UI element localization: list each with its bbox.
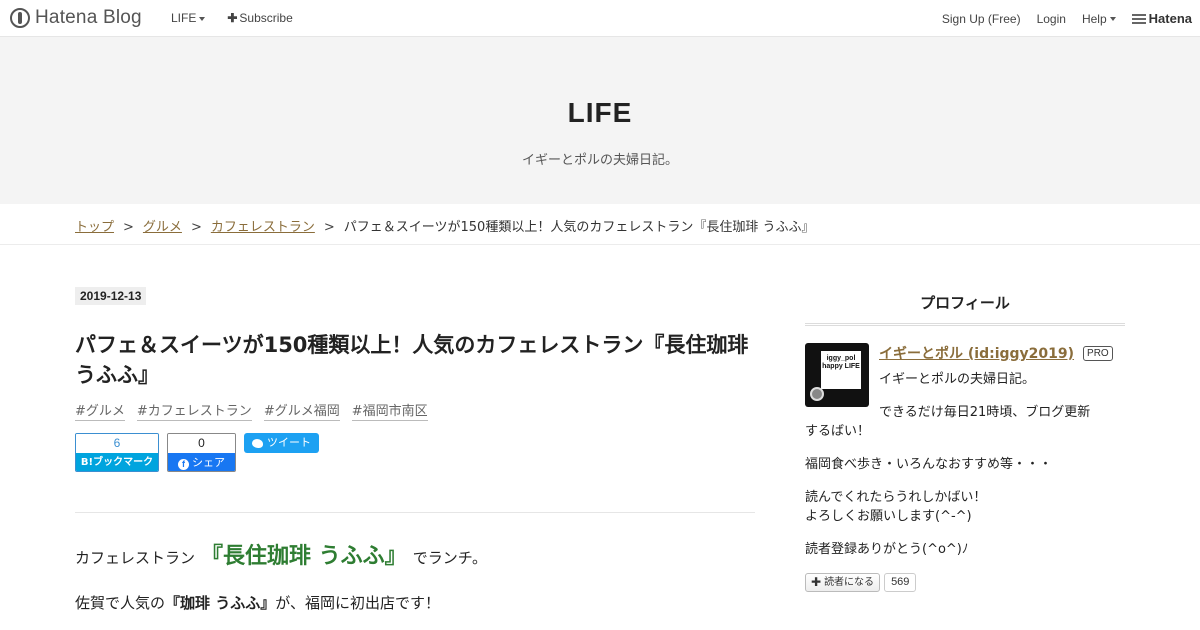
nav-left: LIFE ✚ Subscribe (171, 11, 293, 25)
help-dropdown[interactable]: Help (1082, 12, 1116, 26)
breadcrumb: トップ > グルメ > カフェレストラン > パフェ＆スイーツが150種類以上！人気のカフェ… (0, 204, 1200, 245)
global-header: Hatena Blog LIFE ✚ Subscribe Sign Up (Fre… (0, 0, 1200, 37)
reader-count: 569 (884, 573, 917, 592)
tweet-label: ツイート (267, 436, 311, 449)
subscribe-button[interactable]: ✚ Subscribe (227, 11, 292, 25)
breadcrumb-separator: > (123, 220, 134, 235)
breadcrumb-separator: > (190, 220, 202, 235)
facebook-icon: f (178, 459, 189, 470)
entry-date[interactable]: 2019-12-13 (75, 287, 147, 305)
share-buttons: 6 B!ブックマーク 0 f シェア ツイート (75, 433, 755, 472)
tag-link[interactable]: #カフェレストラン (136, 400, 252, 421)
sidebar-profile: プロフィール iggy_pol happy LIFE イギーとポル (id:ig… (805, 292, 1125, 592)
entry-paragraph: カフェレストラン 『長住珈琲 うふふ』 でランチ。 (75, 538, 755, 570)
profile-description: イギーとポルの夫婦日記。 (879, 372, 1036, 387)
profile-header: iggy_pol happy LIFE イギーとポル (id:iggy2019)… (805, 343, 1125, 407)
content-divider (75, 512, 755, 513)
hatena-brand-link[interactable]: Hatena (1131, 11, 1192, 26)
article: 2019-12-13 パフェ＆スイーツが150種類以上！人気のカフェレストラン『… (75, 285, 755, 613)
hatena-bookmark-count: 6 (76, 434, 158, 453)
reader-subscribe: ✚ 読者になる 569 (805, 573, 1125, 592)
entry-title[interactable]: パフェ＆スイーツが150種類以上！人気のカフェレストラン『長住珈琲 うふふ』 (75, 330, 755, 390)
breadcrumb-top[interactable]: トップ (75, 220, 114, 235)
blog-title[interactable]: LIFE (0, 97, 1200, 129)
profile-name-link[interactable]: イギーとポル (id:iggy2019) (879, 343, 1074, 363)
para2-bold: 『珈琲 うふふ』 (165, 594, 276, 612)
become-reader-button[interactable]: ✚ 読者になる (805, 573, 881, 592)
breadcrumb-current: パフェ＆スイーツが150種類以上！人気のカフェレストラン『長住珈琲 うふふ』 (343, 220, 815, 235)
para2-text-end: が、福岡に初出店です！ (275, 594, 440, 612)
avatar-badge-icon (810, 387, 824, 401)
help-label: Help (1081, 11, 1107, 26)
profile-line: 読者登録ありがとう(^o^)ﾉ (805, 542, 969, 557)
blog-header: LIFE イギーとポルの夫婦日記。 (0, 37, 1200, 204)
facebook-share-label: シェア (192, 456, 225, 469)
plus-icon: ✚ (811, 575, 822, 589)
avatar[interactable]: iggy_pol happy LIFE (805, 343, 869, 407)
logo-text: Hatena Blog (35, 7, 142, 28)
login-link[interactable]: Login (1037, 12, 1066, 26)
hatena-brand-label: Hatena (1148, 11, 1192, 26)
tweet-button[interactable]: ツイート (244, 433, 319, 453)
breadcrumb-separator: > (323, 220, 335, 235)
avatar-label: iggy_pol happy LIFE (821, 351, 861, 389)
caret-down-icon (1109, 17, 1116, 22)
shop-name-highlight: 『長住珈琲 うふふ』 (201, 544, 407, 569)
blog-description: イギーとポルの夫婦日記。 (521, 153, 678, 168)
profile-name-row: イギーとポル (id:iggy2019) PRO (879, 343, 1113, 363)
para2-text: 佐賀で人気の (75, 594, 166, 612)
entry-paragraph: 佐賀で人気の『珈琲 うふふ』が、福岡に初出店です！ (75, 592, 755, 613)
subscribe-label: Subscribe (239, 11, 293, 25)
profile-line: 読んでくれたらうれしかばい！ (805, 490, 987, 505)
para1-text-end: でランチ。 (412, 549, 487, 567)
entry-tags: #グルメ #カフェレストラン #グルメ福岡 #福岡市南区 (75, 400, 755, 421)
hatena-icon (1131, 13, 1146, 24)
profile-line: するばい！ (805, 424, 871, 439)
facebook-share-count: 0 (168, 434, 235, 453)
profile-title: プロフィール (805, 292, 1125, 326)
become-reader-label: 読者になる (824, 577, 875, 588)
breadcrumb-gourmet[interactable]: グルメ (143, 220, 182, 235)
hatena-bookmark-button[interactable]: 6 B!ブックマーク (75, 433, 159, 472)
twitter-bird-icon (252, 438, 263, 448)
plus-icon: ✚ (227, 11, 238, 25)
facebook-share-label-row: f シェア (168, 453, 235, 471)
caret-down-icon (199, 16, 206, 21)
hatena-blog-logo-icon (10, 8, 30, 28)
blog-menu-label: LIFE (171, 11, 197, 25)
blog-menu-dropdown[interactable]: LIFE (171, 11, 206, 25)
hatena-bookmark-label: B!ブックマーク (76, 453, 158, 471)
pro-badge: PRO (1083, 345, 1113, 361)
profile-line: 福岡食べ歩き・いろんなおすすめ等・・・ (805, 457, 1053, 472)
signup-link[interactable]: Sign Up (Free) (942, 12, 1021, 26)
nav-right: Sign Up (Free) Login Help Hatena (942, 11, 1192, 26)
tag-link[interactable]: #グルメ福岡 (263, 400, 340, 421)
breadcrumb-cafe-restaurant[interactable]: カフェレストラン (211, 220, 315, 235)
tag-link[interactable]: #グルメ (75, 400, 125, 421)
profile-text: できるだけ毎日21時頃、ブログ更新 するばい！ 福岡食べ歩き・いろんなおすすめ等… (805, 403, 1125, 559)
tag-link[interactable]: #福岡市南区 (351, 400, 428, 421)
hatena-blog-logo[interactable]: Hatena Blog (10, 7, 142, 29)
para1-text: カフェレストラン (75, 549, 196, 567)
facebook-share-button[interactable]: 0 f シェア (167, 433, 236, 472)
profile-line: よろしくお願いします(^-^) (805, 509, 972, 524)
